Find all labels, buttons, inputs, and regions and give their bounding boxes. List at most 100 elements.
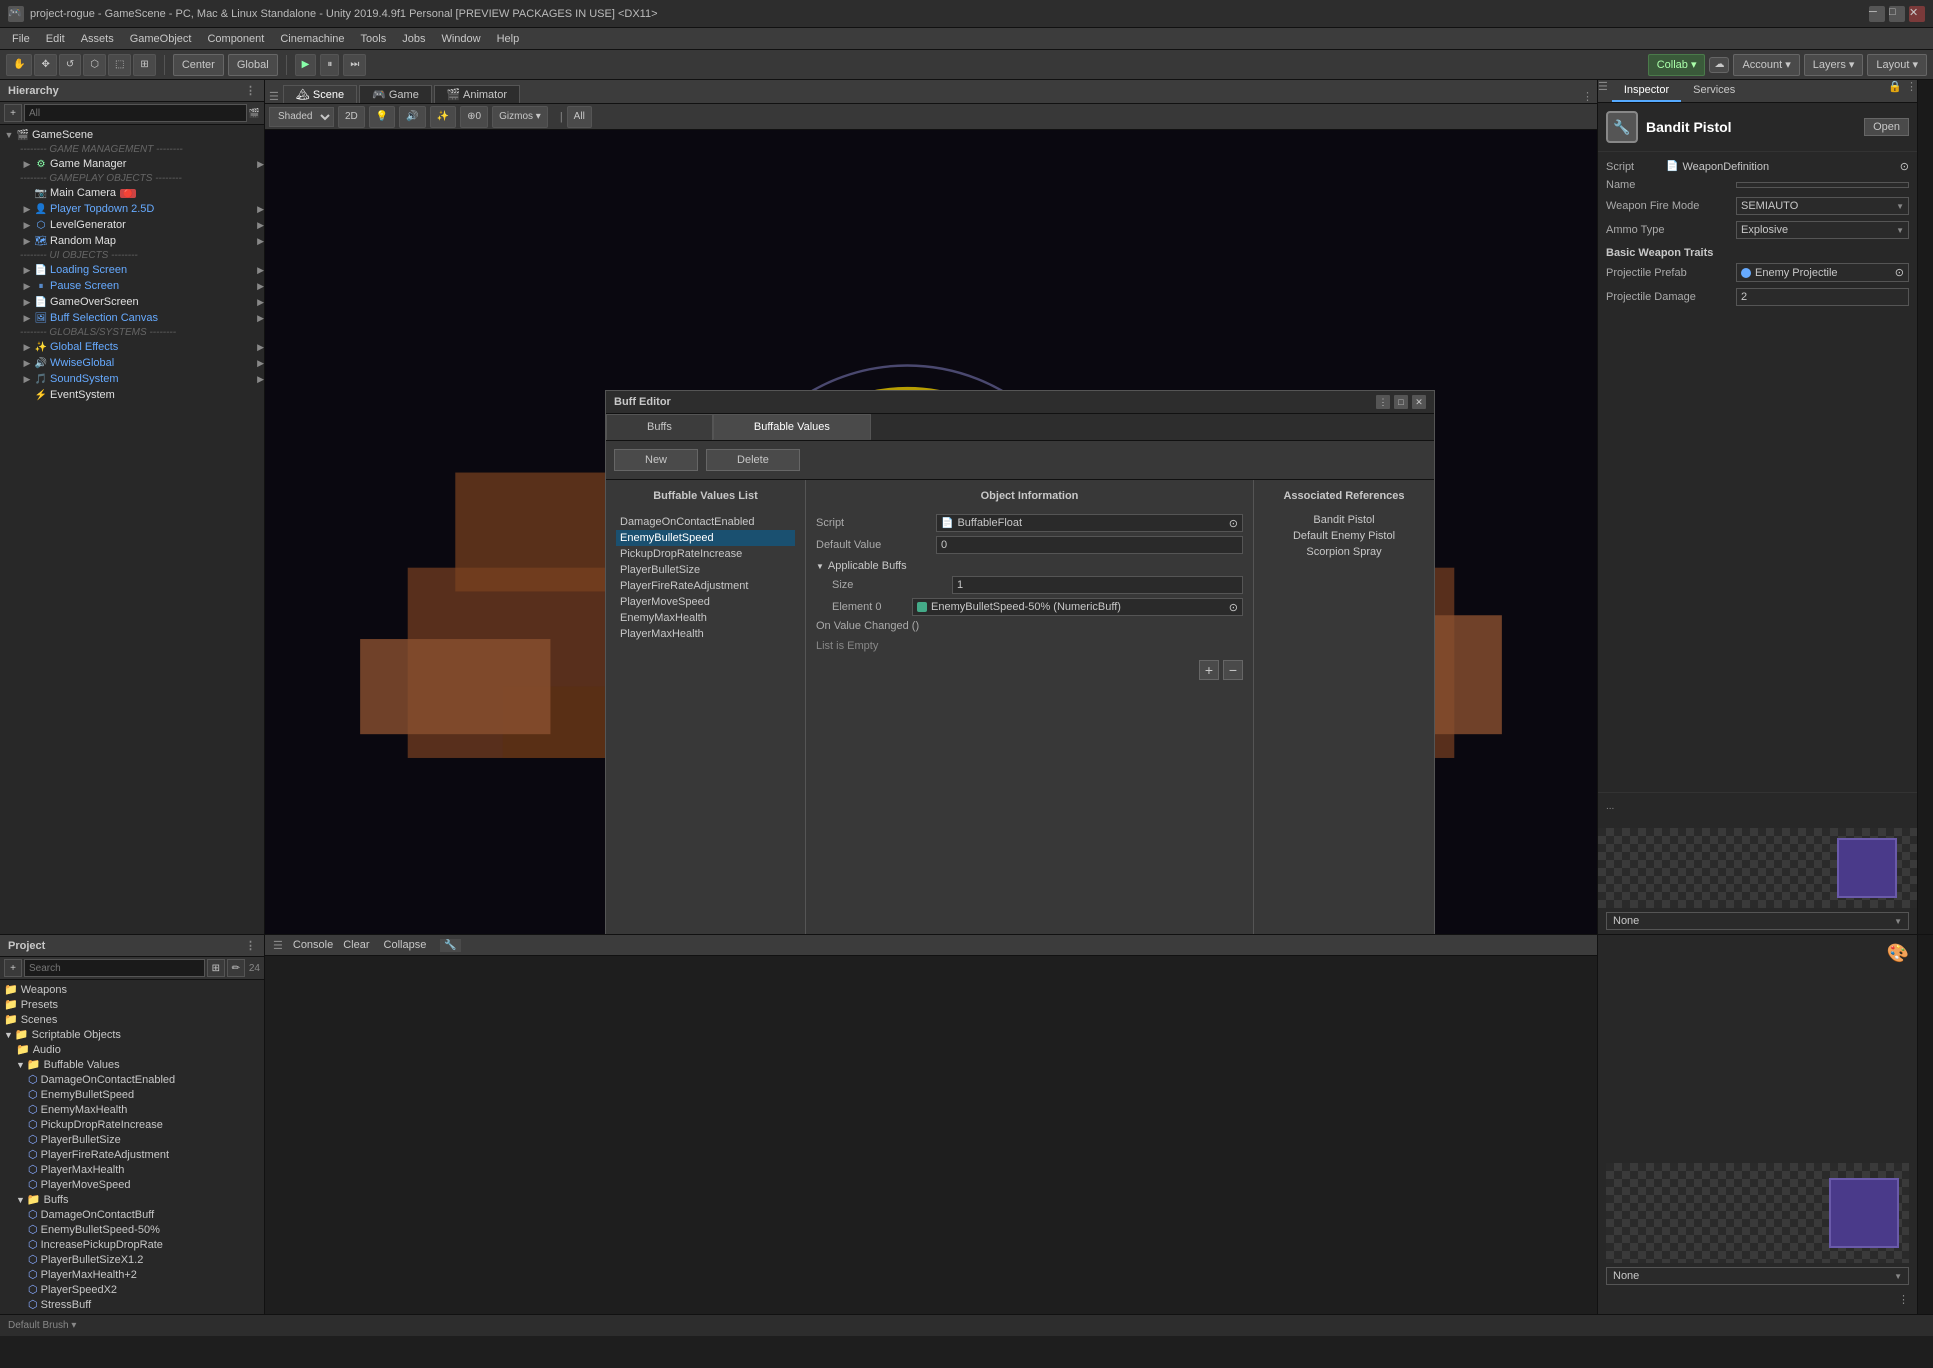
remove-element-btn[interactable]: − — [1223, 660, 1243, 680]
hierarchy-item-player[interactable]: ▶ 👤 Player Topdown 2.5D ▶ — [0, 201, 264, 217]
hierarchy-item-sound[interactable]: ▶ 🎵 SoundSystem ▶ — [0, 371, 264, 387]
tab-game[interactable]: 🎮 Game — [359, 85, 432, 103]
status-text[interactable]: Default Brush ▾ — [8, 1320, 76, 1331]
hierarchy-item-main-camera[interactable]: ▶ 📷 Main Camera 🔴 — [0, 185, 264, 201]
menu-window[interactable]: Window — [433, 31, 488, 47]
right-scrollbar-bottom[interactable] — [1917, 935, 1933, 1314]
account-btn[interactable]: Account ▾ — [1733, 54, 1799, 76]
buff-list-item-4[interactable]: PlayerFireRateAdjustment — [616, 578, 795, 594]
hierarchy-add-btn[interactable]: + — [4, 104, 22, 122]
menu-component[interactable]: Component — [199, 31, 272, 47]
bottom-none-dropdown[interactable]: None ▼ — [1606, 1267, 1909, 1285]
buff-list-item-1[interactable]: EnemyBulletSpeed — [616, 530, 795, 546]
proj-buff-3[interactable]: ⬡ PlayerBulletSizeX1.2 — [0, 1252, 264, 1267]
proj-buff-6[interactable]: ⬡ StressBuff — [0, 1297, 264, 1312]
tool-move[interactable]: ✥ — [34, 54, 56, 76]
proj-so-enemy-bullet[interactable]: ⬡ EnemyBulletSpeed — [0, 1087, 264, 1102]
console-tab2[interactable]: 🔧 — [440, 939, 460, 952]
all-btn[interactable]: All — [567, 106, 592, 128]
globalfx-expand[interactable]: ▶ — [257, 342, 264, 353]
inspector-lock[interactable]: 🔒 — [1888, 80, 1902, 102]
buff-list-item-0[interactable]: DamageOnContactEnabled — [616, 514, 795, 530]
tab-buffable-values[interactable]: Buffable Values — [713, 414, 871, 440]
inspector-tab[interactable]: Inspector — [1612, 80, 1681, 102]
proj-so-player-bullet[interactable]: ⬡ PlayerBulletSize — [0, 1132, 264, 1147]
project-filter-btn[interactable]: ✏ — [227, 959, 245, 977]
close-btn[interactable]: ✕ — [1909, 6, 1925, 22]
wwise-expand[interactable]: ▶ — [257, 358, 264, 369]
open-btn[interactable]: Open — [1864, 118, 1909, 136]
levelgen-expand[interactable]: ▶ — [257, 220, 264, 231]
proj-so-player-fire[interactable]: ⬡ PlayerFireRateAdjustment — [0, 1147, 264, 1162]
proj-so-player-move[interactable]: ⬡ PlayerMoveSpeed — [0, 1177, 264, 1192]
loading-expand[interactable]: ▶ — [257, 265, 264, 276]
proj-folder-presets[interactable]: 📁 Presets — [0, 997, 264, 1012]
menu-file[interactable]: File — [4, 31, 38, 47]
tab-animator[interactable]: 🎬 Animator — [434, 85, 520, 103]
collab-btn[interactable]: Collab ▾ — [1648, 54, 1706, 76]
collapse-btn[interactable]: Collapse — [380, 938, 431, 952]
script-value-field[interactable]: 📄 BuffableFloat ⊙ — [936, 514, 1243, 532]
gameover-expand[interactable]: ▶ — [257, 297, 264, 308]
hierarchy-item-global-effects[interactable]: ▶ ✨ Global Effects ▶ — [0, 339, 264, 355]
proj-folder-weapons-top[interactable]: 📁 Weapons — [0, 982, 264, 997]
proj-so-enemy-max[interactable]: ⬡ EnemyMaxHealth — [0, 1102, 264, 1117]
tool-rect[interactable]: ⬚ — [108, 54, 131, 76]
project-add-btn[interactable]: + — [4, 959, 22, 977]
none-dropdown[interactable]: None ▼ — [1606, 912, 1909, 930]
tool-rotate[interactable]: ↺ — [59, 54, 81, 76]
player-expand[interactable]: ▶ — [257, 204, 264, 215]
pause-expand[interactable]: ▶ — [257, 281, 264, 292]
menu-gameobject[interactable]: GameObject — [122, 31, 200, 47]
proj-folder-buffable-vals[interactable]: ▼ 📁 Buffable Values — [0, 1057, 264, 1072]
project-search[interactable] — [24, 959, 205, 977]
minimize-btn[interactable]: ─ — [1869, 6, 1885, 22]
layers-btn[interactable]: Layers ▾ — [1804, 54, 1864, 76]
insp-fire-mode-value[interactable]: SEMIAUTO ▼ — [1736, 197, 1909, 215]
layout-btn[interactable]: Layout ▾ — [1867, 54, 1927, 76]
hierarchy-item-gameover[interactable]: ▶ 📄 GameOverScreen ▶ — [0, 294, 264, 310]
buff-editor-maximize[interactable]: □ — [1394, 395, 1408, 409]
center-toggle[interactable]: Center — [173, 54, 224, 76]
project-view-btn[interactable]: ⊞ — [207, 959, 225, 977]
hierarchy-item-level-gen[interactable]: ▶ ⬡ LevelGenerator ▶ — [0, 217, 264, 233]
proj-so-pickup[interactable]: ⬡ PickupDropRateIncrease — [0, 1117, 264, 1132]
buff-list-item-6[interactable]: EnemyMaxHealth — [616, 610, 795, 626]
insp-name-value[interactable] — [1736, 182, 1909, 188]
buff-list-item-2[interactable]: PickupDropRateIncrease — [616, 546, 795, 562]
hierarchy-item-random-map[interactable]: ▶ 🗺 Random Map ▶ — [0, 233, 264, 249]
hierarchy-item-buff-canvas[interactable]: ▶ 🖼 Buff Selection Canvas ▶ — [0, 310, 264, 326]
shading-dropdown[interactable]: Shaded — [269, 107, 334, 127]
scene-extra[interactable]: ⊕0 — [460, 106, 488, 128]
global-toggle[interactable]: Global — [228, 54, 278, 76]
inspector-bottom-dots[interactable]: ⋮ — [1898, 1294, 1909, 1306]
menu-assets[interactable]: Assets — [73, 31, 122, 47]
lighting-toggle[interactable]: 💡 — [369, 106, 395, 128]
proj-folder-audio[interactable]: 📁 Audio — [0, 1042, 264, 1057]
project-menu-btn[interactable]: ⋮ — [245, 939, 256, 952]
2d-toggle[interactable]: 2D — [338, 106, 365, 128]
step-btn[interactable]: ⏭ — [343, 54, 366, 76]
element-0-value[interactable]: EnemyBulletSpeed-50% (NumericBuff) ⊙ — [912, 598, 1243, 616]
tool-transform[interactable]: ⊞ — [133, 54, 155, 76]
cloud-btn[interactable]: ☁ — [1709, 57, 1729, 73]
size-field[interactable]: 1 — [952, 576, 1243, 594]
gizmos-btn[interactable]: Gizmos ▾ — [492, 106, 548, 128]
insp-damage-value[interactable]: 2 — [1736, 288, 1909, 306]
color-picker-icon[interactable]: 🎨 — [1887, 943, 1909, 964]
hierarchy-item-pause-screen[interactable]: ▶ ⏸ Pause Screen ▶ — [0, 278, 264, 294]
play-btn[interactable]: ▶ — [295, 54, 317, 76]
console-menu[interactable]: ☰ — [273, 939, 283, 952]
tab-buffs[interactable]: Buffs — [606, 414, 713, 440]
insp-projectile-value[interactable]: Enemy Projectile ⊙ — [1736, 263, 1909, 282]
game-manager-expand[interactable]: ▶ — [257, 159, 264, 170]
view-tabs-menu[interactable]: ☰ — [269, 90, 279, 103]
menu-help[interactable]: Help — [489, 31, 528, 47]
script-select-icon[interactable]: ⊙ — [1229, 517, 1238, 530]
clear-btn[interactable]: Clear — [339, 938, 373, 952]
tool-scale[interactable]: ⬡ — [83, 54, 106, 76]
proj-buff-5[interactable]: ⬡ PlayerSpeedX2 — [0, 1282, 264, 1297]
script-ref-select[interactable]: ⊙ — [1900, 160, 1909, 173]
proj-buff-0[interactable]: ⬡ DamageOnContactBuff — [0, 1207, 264, 1222]
maximize-btn[interactable]: □ — [1889, 6, 1905, 22]
